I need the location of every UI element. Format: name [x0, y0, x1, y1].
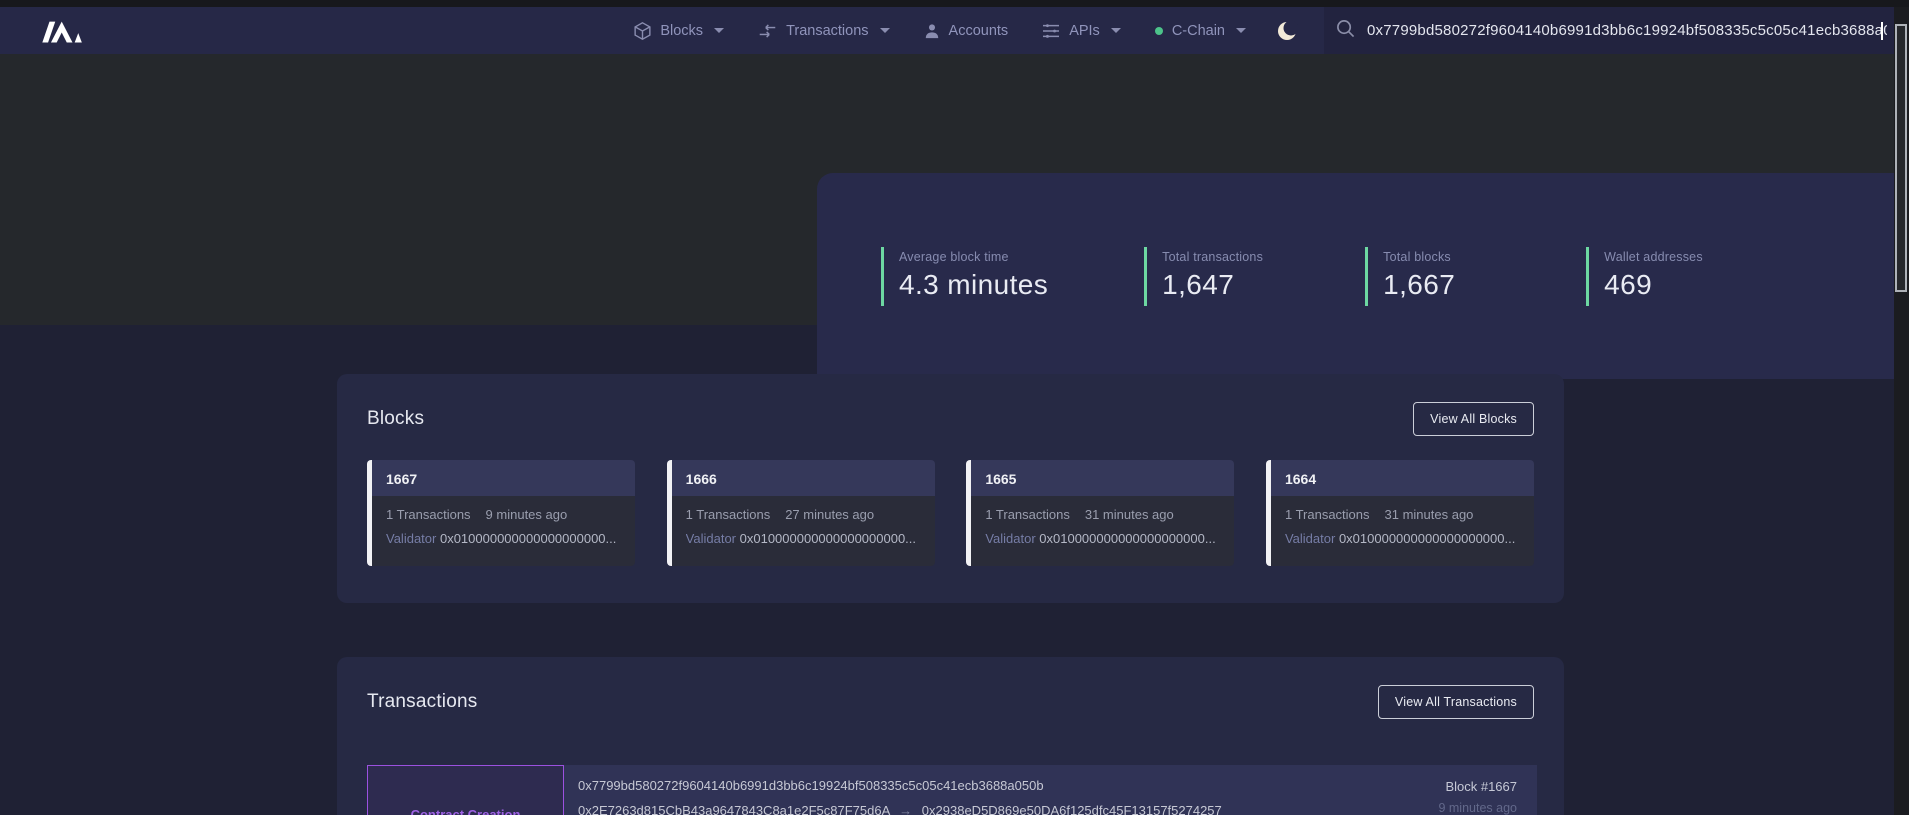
chevron-down-icon — [1236, 28, 1246, 33]
block-card[interactable]: 1666 1 Transactions 27 minutes ago Valid… — [667, 460, 935, 566]
transactions-panel-header: Transactions View All Transactions — [337, 657, 1564, 743]
navbar: Blocks Transactions — [0, 7, 1909, 54]
chevron-down-icon — [1111, 28, 1121, 33]
validator-label: Validator — [686, 531, 736, 546]
nav-item-c-chain[interactable]: C-Chain — [1155, 23, 1246, 39]
explorer-app: Blocks Transactions — [0, 0, 1909, 815]
search-icon — [1336, 19, 1355, 43]
block-card[interactable]: 1664 1 Transactions 31 minutes ago Valid… — [1266, 460, 1534, 566]
validator-address: 0x010000000000000000000... — [740, 531, 916, 546]
from-address[interactable]: 0x2E7263d815CbB43a9647843C8a1e2F5c87F75d… — [578, 803, 890, 815]
nav-menu: Blocks Transactions — [634, 22, 1246, 40]
transactions-panel: Transactions View All Transactions Contr… — [337, 657, 1564, 815]
view-all-blocks-button[interactable]: View All Blocks — [1413, 402, 1534, 436]
search-bar — [1324, 7, 1894, 54]
stat-label: Wallet addresses — [1604, 250, 1711, 264]
text-cursor — [1881, 22, 1883, 40]
transaction-type-box: Contract Creation Success — [367, 765, 564, 815]
theme-toggle[interactable] — [1276, 20, 1298, 42]
moon-icon — [1276, 20, 1298, 42]
swap-arrows-icon — [758, 23, 777, 39]
block-tx-count: 1 Transactions — [386, 507, 471, 522]
transaction-hash[interactable]: 0x7799bd580272f9604140b6991d3bb6c19924bf… — [578, 778, 1327, 793]
block-tx-count: 1 Transactions — [1285, 507, 1370, 522]
validator-label: Validator — [985, 531, 1035, 546]
nav-item-label: C-Chain — [1172, 23, 1225, 39]
transactions-title: Transactions — [367, 691, 477, 713]
nav-item-label: Transactions — [786, 23, 868, 39]
block-tx-count: 1 Transactions — [985, 507, 1070, 522]
blocks-title: Blocks — [367, 408, 424, 430]
transaction-block-link[interactable]: Block #1667 — [1327, 779, 1517, 794]
view-all-transactions-button[interactable]: View All Transactions — [1378, 685, 1534, 719]
block-time-ago: 31 minutes ago — [1085, 507, 1174, 522]
stat-average-block-time: Average block time 4.3 minutes — [881, 247, 1048, 306]
to-address-link[interactable]: 0x2938eD5D869e50DA6f125dfc45F13157f52742… — [922, 803, 1222, 815]
nav-item-label: APIs — [1069, 23, 1100, 39]
transaction-type: Contract Creation — [411, 807, 521, 815]
chevron-down-icon — [714, 28, 724, 33]
scrollbar-thumb[interactable] — [1895, 24, 1907, 292]
nav-item-label: Blocks — [660, 23, 703, 39]
validator-label: Validator — [386, 531, 436, 546]
avalanche-logo[interactable] — [38, 16, 84, 46]
stat-label: Total transactions — [1162, 250, 1269, 264]
search-input[interactable] — [1367, 22, 1887, 39]
blocks-panel-header: Blocks View All Blocks — [337, 374, 1564, 460]
transaction-time-ago: 9 minutes ago — [1327, 801, 1517, 815]
stat-total-blocks: Total blocks 1,667 — [1365, 247, 1490, 306]
hero-band: Average block time 4.3 minutes Total tra… — [0, 54, 1909, 325]
stat-wallet-addresses: Wallet addresses 469 — [1586, 247, 1711, 306]
block-card[interactable]: 1667 1 Transactions 9 minutes ago Valida… — [367, 460, 635, 566]
blocks-panel: Blocks View All Blocks 1667 1 Transactio… — [337, 374, 1564, 603]
block-tx-count: 1 Transactions — [686, 507, 771, 522]
block-time-ago: 9 minutes ago — [486, 507, 568, 522]
validator-address: 0x010000000000000000000... — [1039, 531, 1215, 546]
stat-total-transactions: Total transactions 1,647 — [1144, 247, 1269, 306]
vertical-scrollbar[interactable] — [1894, 7, 1909, 815]
stat-label: Total blocks — [1383, 250, 1490, 264]
block-number[interactable]: 1667 — [372, 460, 635, 496]
block-time-ago: 31 minutes ago — [1385, 507, 1474, 522]
cube-icon — [634, 22, 651, 40]
person-icon — [924, 23, 940, 39]
nav-item-blocks[interactable]: Blocks — [634, 22, 724, 40]
validator-label: Validator — [1285, 531, 1335, 546]
stat-value: 1,647 — [1162, 269, 1269, 301]
stat-label: Average block time — [899, 250, 1048, 264]
block-number[interactable]: 1665 — [971, 460, 1234, 496]
chevron-down-icon — [880, 28, 890, 33]
arrow-right-icon: → — [899, 803, 912, 815]
block-number[interactable]: 1666 — [672, 460, 935, 496]
stat-value: 1,667 — [1383, 269, 1490, 301]
stat-value: 4.3 minutes — [899, 269, 1048, 301]
green-dot-icon — [1155, 27, 1163, 35]
validator-address: 0x010000000000000000000... — [1339, 531, 1515, 546]
stat-value: 469 — [1604, 269, 1711, 301]
block-number[interactable]: 1664 — [1271, 460, 1534, 496]
block-card[interactable]: 1665 1 Transactions 31 minutes ago Valid… — [966, 460, 1234, 566]
nav-item-label: Accounts — [949, 23, 1009, 39]
validator-address: 0x010000000000000000000... — [440, 531, 616, 546]
nav-item-apis[interactable]: APIs — [1042, 23, 1121, 39]
nav-item-accounts[interactable]: Accounts — [924, 23, 1009, 39]
block-time-ago: 27 minutes ago — [785, 507, 874, 522]
stats-panel: Average block time 4.3 minutes Total tra… — [817, 173, 1909, 379]
nav-item-transactions[interactable]: Transactions — [758, 23, 889, 39]
transaction-row[interactable]: Contract Creation Success 0x7799bd580272… — [367, 765, 1537, 815]
sliders-icon — [1042, 23, 1060, 39]
block-cards-row: 1667 1 Transactions 9 minutes ago Valida… — [337, 460, 1564, 566]
top-edge-strip — [0, 0, 1909, 7]
